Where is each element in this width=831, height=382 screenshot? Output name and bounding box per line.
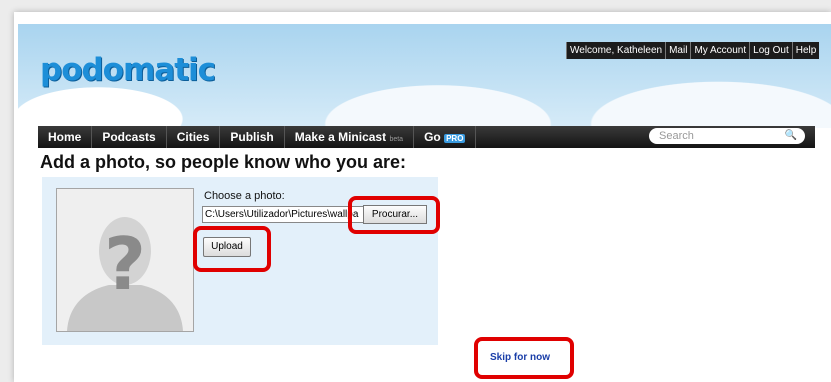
search-placeholder: Search: [659, 130, 694, 142]
welcome-text: Welcome, Katheleen: [566, 42, 666, 59]
avatar-placeholder: ?: [56, 188, 194, 332]
nav-go-pro[interactable]: Go PRO: [414, 126, 477, 148]
help-link[interactable]: Help: [791, 42, 820, 59]
mail-link[interactable]: Mail: [665, 42, 691, 59]
nav-podcasts[interactable]: Podcasts: [92, 126, 167, 148]
log-out-link[interactable]: Log Out: [749, 42, 792, 59]
nav-minicast-label: Make a Minicast: [294, 130, 387, 144]
choose-photo-label: Choose a photo:: [204, 190, 285, 202]
nav-go-label: Go: [424, 130, 441, 144]
svg-text:?: ?: [104, 222, 146, 306]
silhouette-icon: ?: [57, 189, 193, 331]
beta-badge: beta: [389, 136, 404, 143]
search-icon[interactable]: 🔍: [785, 130, 797, 141]
search-input[interactable]: Search 🔍: [649, 128, 805, 144]
page-title: Add a photo, so people know who you are:: [40, 152, 407, 172]
nav-home[interactable]: Home: [38, 126, 93, 148]
nav-publish[interactable]: Publish: [220, 126, 285, 148]
browse-highlight: [348, 196, 440, 234]
skip-highlight: [474, 337, 574, 379]
user-menu: Welcome, Katheleen Mail My Account Log O…: [566, 42, 820, 59]
podomatic-logo[interactable]: podomatic: [40, 52, 216, 88]
pro-badge: PRO: [444, 134, 466, 143]
upload-highlight: [193, 226, 271, 272]
my-account-link[interactable]: My Account: [690, 42, 750, 59]
file-path-input[interactable]: C:\Users\Utilizador\Pictures\wallpa: [202, 206, 366, 223]
nav-cities[interactable]: Cities: [167, 126, 221, 148]
nav-make-minicast[interactable]: Make a Minicast beta: [285, 126, 415, 148]
